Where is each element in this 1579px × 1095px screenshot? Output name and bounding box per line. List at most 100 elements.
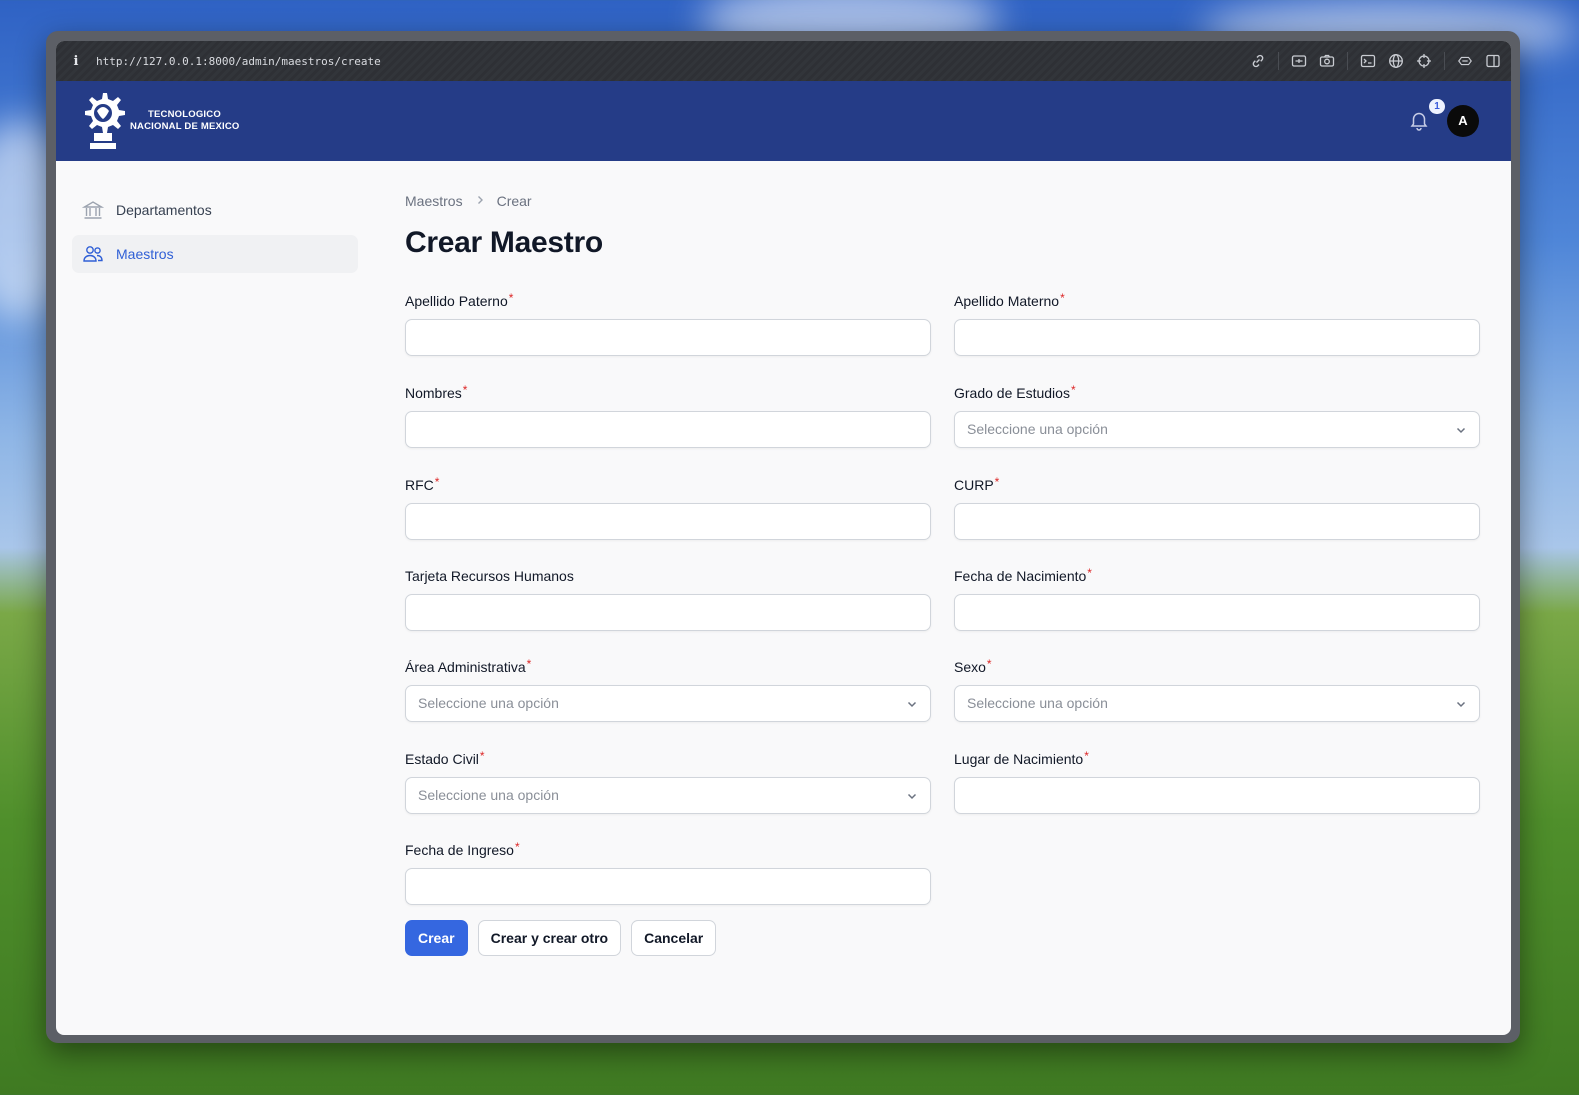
sidebar-item-label: Maestros [116, 246, 174, 262]
field-label: Grado de Estudios* [954, 383, 1076, 401]
url-text[interactable]: http://127.0.0.1:8000/admin/maestros/cre… [96, 55, 381, 68]
notification-count-badge: 1 [1429, 99, 1445, 114]
required-marker: * [986, 657, 992, 671]
lugar-nacimiento-input[interactable] [954, 777, 1480, 814]
field-label: Tarjeta Recursos Humanos [405, 568, 574, 584]
app-header: TECNOLOGICO NACIONAL DE MEXICO 1 A [56, 81, 1511, 161]
terminal-icon[interactable] [1360, 53, 1376, 69]
fecha-nacimiento-input[interactable] [954, 594, 1480, 631]
address-bar[interactable]: i http://127.0.0.1:8000/admin/maestros/c… [56, 41, 1511, 81]
estado-civil-select[interactable]: Seleccione una opción [405, 777, 931, 814]
area-administrativa-select[interactable]: Seleccione una opción [405, 685, 931, 722]
field-label: Estado Civil* [405, 749, 485, 767]
field-label: Área Administrativa* [405, 657, 532, 675]
apellido-paterno-input[interactable] [405, 319, 931, 356]
select-placeholder: Seleccione una opción [418, 787, 559, 803]
create-another-button[interactable]: Crear y crear otro [477, 920, 622, 956]
chevron-down-icon [1455, 423, 1467, 435]
required-marker: * [434, 475, 440, 489]
notifications-bell-icon[interactable] [1408, 109, 1430, 131]
required-marker: * [1087, 566, 1092, 580]
field-rfc: RFC* [405, 475, 931, 540]
building-columns-icon [82, 199, 104, 221]
grado-estudios-select[interactable]: Seleccione una opción [954, 411, 1480, 448]
nombres-input[interactable] [405, 411, 931, 448]
sidebar-item-maestros[interactable]: Maestros [72, 235, 358, 273]
required-marker: * [526, 657, 532, 671]
required-marker: * [1070, 383, 1076, 397]
field-label: Apellido Materno* [954, 291, 1065, 309]
field-tarjeta-rh: Tarjeta Recursos Humanos [405, 566, 931, 631]
tecnm-logo[interactable]: TECNOLOGICO NACIONAL DE MEXICO [80, 89, 240, 153]
sidebar-item-departamentos[interactable]: Departamentos [72, 191, 358, 229]
field-label: RFC* [405, 475, 440, 493]
camera-icon[interactable] [1319, 53, 1335, 69]
chevron-right-icon [475, 194, 485, 208]
fecha-ingreso-input[interactable] [405, 868, 931, 905]
toolbar-divider [1278, 52, 1279, 70]
breadcrumb-current: Crear [496, 193, 532, 209]
toolbar-divider [1347, 52, 1348, 70]
toolbar-divider [1444, 52, 1445, 70]
browser-frame: i http://127.0.0.1:8000/admin/maestros/c… [56, 41, 1511, 1035]
main-content: Maestros Crear Crear Maestro Apellido Pa… [405, 191, 1481, 1035]
required-marker: * [514, 840, 520, 854]
field-sexo: Sexo* Seleccione una opción [954, 657, 1480, 722]
curp-input[interactable] [954, 503, 1480, 540]
field-label: Fecha de Nacimiento* [954, 566, 1092, 584]
chevron-down-icon [1455, 697, 1467, 709]
sidebar: Departamentos Maestros [72, 191, 358, 279]
create-button[interactable]: Crear [405, 920, 468, 956]
crosshair-icon[interactable] [1416, 53, 1432, 69]
breadcrumb-parent[interactable]: Maestros [405, 193, 463, 209]
required-marker: * [1084, 749, 1089, 763]
sexo-select[interactable]: Seleccione una opción [954, 685, 1480, 722]
logo-line-1: TECNOLOGICO [148, 109, 221, 120]
field-label: Apellido Paterno* [405, 291, 514, 309]
breadcrumb: Maestros Crear [405, 191, 1481, 211]
chevron-down-icon [906, 789, 918, 801]
required-marker: * [994, 475, 1000, 489]
select-placeholder: Seleccione una opción [418, 695, 559, 711]
apellido-materno-input[interactable] [954, 319, 1480, 356]
users-icon [82, 243, 104, 265]
page-title: Crear Maestro [405, 226, 603, 259]
required-marker: * [479, 749, 485, 763]
extension-icon[interactable] [1457, 53, 1473, 69]
browser-window: i http://127.0.0.1:8000/admin/maestros/c… [46, 31, 1520, 1043]
field-label: Sexo* [954, 657, 992, 675]
user-avatar[interactable]: A [1447, 105, 1479, 137]
field-apellido-materno: Apellido Materno* [954, 291, 1480, 356]
screenshot-icon[interactable] [1291, 53, 1307, 69]
required-marker: * [462, 383, 468, 397]
required-marker: * [1060, 291, 1065, 305]
link-icon[interactable] [1250, 53, 1266, 69]
globe-icon[interactable] [1388, 53, 1404, 69]
chevron-down-icon [906, 697, 918, 709]
logo-wordmark: TECNOLOGICO NACIONAL DE MEXICO [130, 109, 240, 133]
select-placeholder: Seleccione una opción [967, 421, 1108, 437]
required-marker: * [508, 291, 514, 305]
field-label: Nombres* [405, 383, 468, 401]
info-icon[interactable]: i [56, 54, 96, 69]
form-actions: Crear Crear y crear otro Cancelar [405, 920, 717, 956]
rfc-input[interactable] [405, 503, 931, 540]
sidebar-item-label: Departamentos [116, 202, 212, 218]
field-lugar-nacimiento: Lugar de Nacimiento* [954, 749, 1480, 814]
maestro-form: Apellido Paterno* Apellido Materno* Nomb… [405, 291, 1481, 1035]
browser-toolbar [1250, 41, 1501, 81]
field-label: Fecha de Ingreso* [405, 840, 520, 858]
field-curp: CURP* [954, 475, 1480, 540]
field-fecha-nacimiento: Fecha de Nacimiento* [954, 566, 1480, 631]
tecnm-emblem-icon [85, 93, 125, 149]
split-view-icon[interactable] [1485, 53, 1501, 69]
tarjeta-recursos-humanos-input[interactable] [405, 594, 931, 631]
field-grado-estudios: Grado de Estudios* Seleccione una opción [954, 383, 1480, 448]
field-apellido-paterno: Apellido Paterno* [405, 291, 931, 356]
logo-line-2: NACIONAL DE MEXICO [130, 121, 240, 132]
field-area-administrativa: Área Administrativa* Seleccione una opci… [405, 657, 931, 722]
cancel-button[interactable]: Cancelar [631, 920, 717, 956]
field-fecha-ingreso: Fecha de Ingreso* [405, 840, 931, 905]
field-label: CURP* [954, 475, 1000, 493]
select-placeholder: Seleccione una opción [967, 695, 1108, 711]
